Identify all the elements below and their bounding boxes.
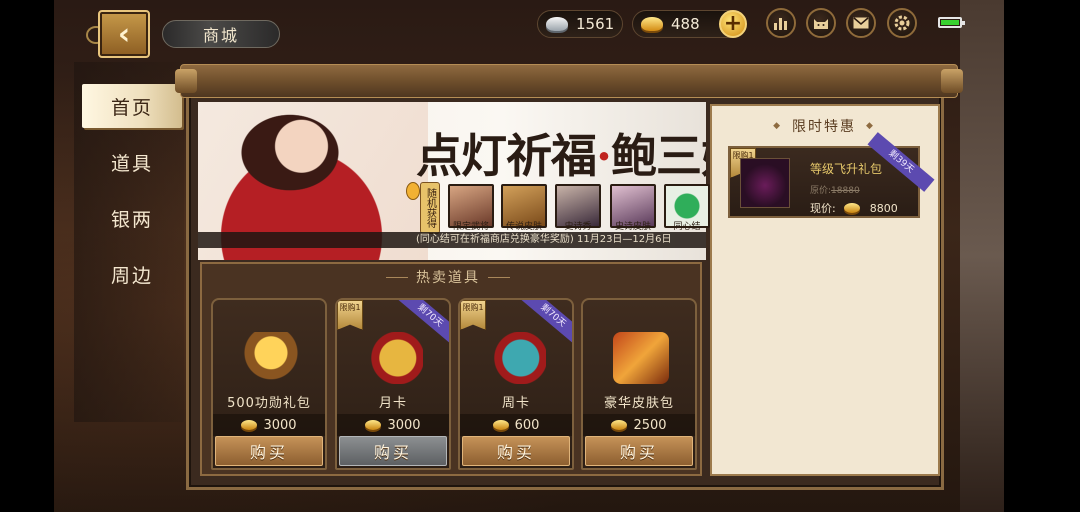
page-title: 商城: [162, 20, 280, 48]
settings-icon: [894, 15, 910, 31]
product-name: 周卡: [501, 396, 530, 411]
ranking-button[interactable]: [766, 8, 796, 38]
reward-label: 传说皮肤: [505, 222, 542, 232]
buy-button[interactable]: 购买: [462, 436, 570, 466]
gold-ingot-icon: [492, 420, 509, 430]
ranking-icon: [774, 18, 787, 30]
limited-offer-title: 限时特惠: [716, 116, 932, 136]
product-card[interactable]: 500功勋礼包 3000 购买: [211, 298, 327, 470]
cat-icon: [814, 19, 828, 29]
reward-label: 史诗皮肤: [614, 222, 651, 232]
product-price: 600: [460, 414, 572, 436]
background-scenery: [960, 0, 1004, 512]
product-price: 2500: [583, 414, 695, 436]
hot-items-title: 热卖道具: [358, 266, 538, 288]
back-arrow-icon: ‹: [117, 16, 131, 52]
monthly-card-icon: [367, 332, 423, 384]
product-card[interactable]: 限购1 剩70天 月卡 3000 购买: [335, 298, 451, 470]
treasure-chest-icon: [243, 332, 299, 384]
sidebar-item-home[interactable]: 首页: [82, 84, 182, 128]
letterbox-left: [0, 0, 54, 512]
product-card[interactable]: 限购1 剩70天 周卡 600 购买: [458, 298, 574, 470]
silver-amount: 1561: [576, 15, 615, 33]
silver-balance: 1561: [537, 10, 623, 38]
limit-badge: 限购1: [460, 300, 486, 330]
silver-ingot-icon: [546, 17, 568, 31]
product-name: 月卡: [378, 396, 407, 411]
weekly-card-icon: [490, 332, 546, 384]
sidebar-item-merch[interactable]: 周边: [82, 252, 182, 296]
reward-label: 限定武将: [452, 222, 489, 232]
lantern-icon: [406, 182, 420, 200]
banner-footer: (同心结可在祈福商店兑换豪华奖励) 11月23日—12月6日: [198, 232, 706, 248]
plus-icon: +: [723, 11, 743, 36]
gold-ingot-icon: [641, 17, 663, 31]
gold-amount: 488: [671, 15, 700, 33]
buy-button[interactable]: 购买: [215, 436, 323, 466]
reward-label: 同心结: [673, 222, 701, 232]
offer-name: 等级飞升礼包: [810, 162, 883, 176]
limit-badge: 限购1: [337, 300, 363, 330]
settings-button[interactable]: [887, 8, 917, 38]
offer-card[interactable]: 限购1 剩39天 等级飞升礼包 原价:18880 现价: 8800: [728, 132, 935, 218]
gold-ingot-icon: [611, 420, 628, 430]
product-card[interactable]: 豪华皮肤包 2500 购买: [581, 298, 697, 470]
gift-bag-icon: [740, 158, 790, 208]
battery-icon: [938, 17, 965, 28]
add-gold-button[interactable]: +: [719, 10, 747, 38]
banner-title: 点灯祈福·鲍三娘: [416, 129, 706, 183]
gold-ingot-icon: [365, 420, 382, 430]
current-price: 现价: 8800: [810, 201, 898, 216]
buy-button[interactable]: 购买: [339, 436, 447, 466]
mail-icon: [853, 17, 869, 29]
sidebar-item-items[interactable]: 道具: [82, 140, 182, 184]
gold-ingot-icon: [241, 420, 258, 430]
scroll-header-ornament: [175, 64, 963, 98]
mail-button[interactable]: [846, 8, 876, 38]
product-name: 500功勋礼包: [227, 396, 311, 411]
product-price: 3000: [337, 414, 449, 436]
pet-button[interactable]: [806, 8, 836, 38]
gold-balance: 488 +: [632, 10, 747, 38]
letterbox-right: [1004, 0, 1080, 512]
gold-ingot-icon: [843, 203, 860, 213]
buy-button[interactable]: 购买: [585, 436, 693, 466]
reward-label: 史诗秀: [564, 222, 592, 232]
original-price: 原价:18880: [810, 186, 860, 196]
product-name: 豪华皮肤包: [603, 396, 674, 411]
sidebar-item-silver[interactable]: 银两: [82, 196, 182, 240]
back-button[interactable]: ‹: [98, 10, 150, 58]
product-price: 3000: [213, 414, 325, 436]
skin-pack-icon: [613, 332, 669, 384]
random-reward-tag: 随机获得: [420, 182, 440, 234]
shop-screen: ‹ 商城 1561 488 + 首页 道具 银两 周边 点灯祈福·鲍三娘 随机获…: [0, 0, 1080, 512]
